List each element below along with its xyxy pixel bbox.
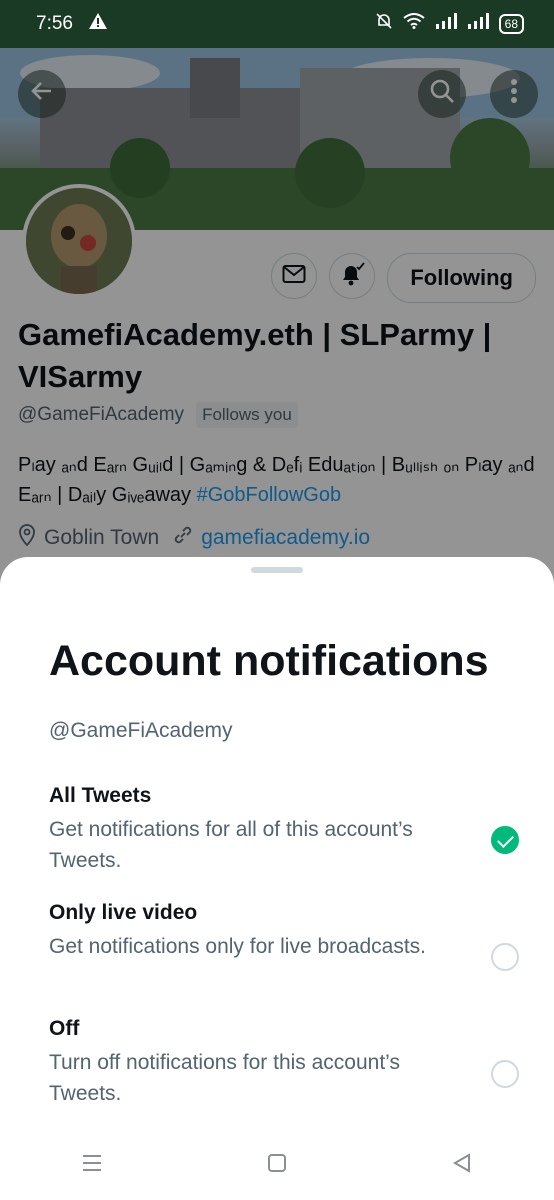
status-bar: 7:56 68 bbox=[0, 0, 554, 48]
option-off[interactable]: Off Turn off notifications for this acco… bbox=[49, 1017, 519, 1109]
wifi-icon bbox=[403, 13, 425, 35]
system-nav-bar bbox=[0, 1130, 554, 1200]
sheet-handle: @GameFiAcademy bbox=[49, 719, 233, 742]
signal-icon-2 bbox=[467, 13, 489, 35]
option-title: Off bbox=[49, 1017, 80, 1040]
signal-icon bbox=[435, 13, 457, 35]
radio-all-tweets[interactable] bbox=[491, 826, 519, 854]
option-title: Only live video bbox=[49, 901, 198, 924]
account-notifications-sheet: Account notifications @GameFiAcademy All… bbox=[0, 557, 554, 1200]
option-description: Get notifications for all of this accoun… bbox=[49, 818, 413, 872]
mute-bell-icon bbox=[375, 12, 393, 36]
battery-indicator: 68 bbox=[498, 14, 524, 34]
option-description: Turn off notifications for this account’… bbox=[49, 1051, 400, 1105]
sheet-title: Account notifications bbox=[49, 637, 489, 685]
option-description: Get notifications only for live broadcas… bbox=[49, 935, 427, 958]
option-title: All Tweets bbox=[49, 784, 152, 807]
option-all-tweets[interactable]: All Tweets Get notifications for all of … bbox=[49, 784, 519, 876]
back-triangle-icon[interactable] bbox=[451, 1152, 473, 1179]
warning-icon bbox=[88, 13, 107, 35]
sheet-grabber[interactable] bbox=[251, 567, 303, 573]
radio-only-live-video[interactable] bbox=[491, 943, 519, 971]
option-only-live-video[interactable]: Only live video Get notifications only f… bbox=[49, 901, 519, 971]
radio-off[interactable] bbox=[491, 1060, 519, 1088]
home-icon[interactable] bbox=[266, 1152, 288, 1179]
recent-apps-icon[interactable] bbox=[81, 1153, 103, 1178]
status-time: 7:56 bbox=[36, 13, 73, 34]
